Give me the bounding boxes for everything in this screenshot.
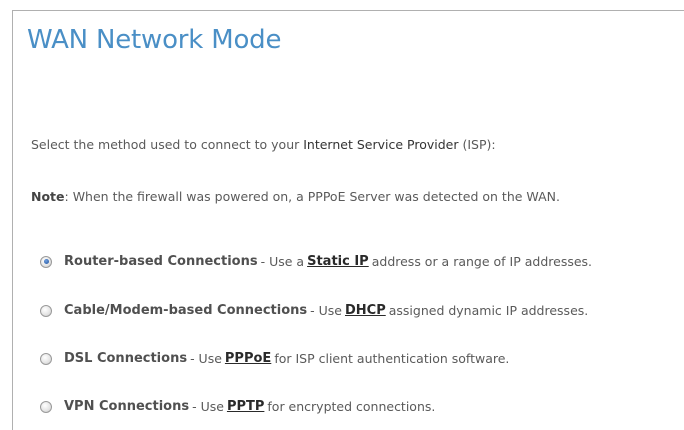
intro-prefix: Select the method used to connect to you… xyxy=(31,137,304,152)
note-label: Note xyxy=(31,189,65,204)
radio-cable-modem-based[interactable] xyxy=(40,304,52,317)
option-desc-prefix: - Use xyxy=(310,303,342,318)
wizard-panel: WAN Network Mode Select the method used … xyxy=(12,10,684,430)
option-dsl[interactable]: DSL Connections - Use PPPoE for ISP clie… xyxy=(40,351,512,366)
pppoe-detected-note: Note: When the firewall was powered on, … xyxy=(31,188,571,206)
option-desc-suffix: assigned dynamic IP addresses. xyxy=(388,303,589,318)
radio-router-based[interactable] xyxy=(40,255,52,268)
option-desc-suffix: address or a range of IP addresses. xyxy=(371,254,593,269)
dhcp-link[interactable]: DHCP xyxy=(345,303,386,318)
option-router-based[interactable]: Router-based Connections - Use a Static … xyxy=(40,254,595,269)
note-text: : When the firewall was powered on, a PP… xyxy=(64,189,560,204)
pppoe-link[interactable]: PPPoE xyxy=(225,351,271,366)
intro-text: Select the method used to connect to you… xyxy=(31,136,496,154)
option-desc-suffix: for ISP client authentication software. xyxy=(274,351,510,366)
static-ip-link[interactable]: Static IP xyxy=(307,254,369,269)
radio-dsl[interactable] xyxy=(40,352,52,365)
option-desc-suffix: for encrypted connections. xyxy=(267,399,436,414)
page-title: WAN Network Mode xyxy=(27,25,282,55)
option-title: DSL Connections xyxy=(64,351,188,366)
isp-name: Internet Service Provider xyxy=(303,137,459,152)
option-cable-modem-based[interactable]: Cable/Modem-based Connections - Use DHCP… xyxy=(40,303,591,318)
option-vpn[interactable]: VPN Connections - Use PPTP for encrypted… xyxy=(40,399,438,414)
radio-vpn[interactable] xyxy=(40,400,52,413)
option-title: VPN Connections xyxy=(64,399,190,414)
option-title: Router-based Connections xyxy=(64,254,258,269)
option-title: Cable/Modem-based Connections xyxy=(64,303,308,318)
intro-suffix: (ISP): xyxy=(458,137,496,152)
pptp-link[interactable]: PPTP xyxy=(227,399,264,414)
option-desc-prefix: - Use xyxy=(190,351,222,366)
option-desc-prefix: - Use a xyxy=(260,254,305,269)
option-desc-prefix: - Use xyxy=(192,399,224,414)
